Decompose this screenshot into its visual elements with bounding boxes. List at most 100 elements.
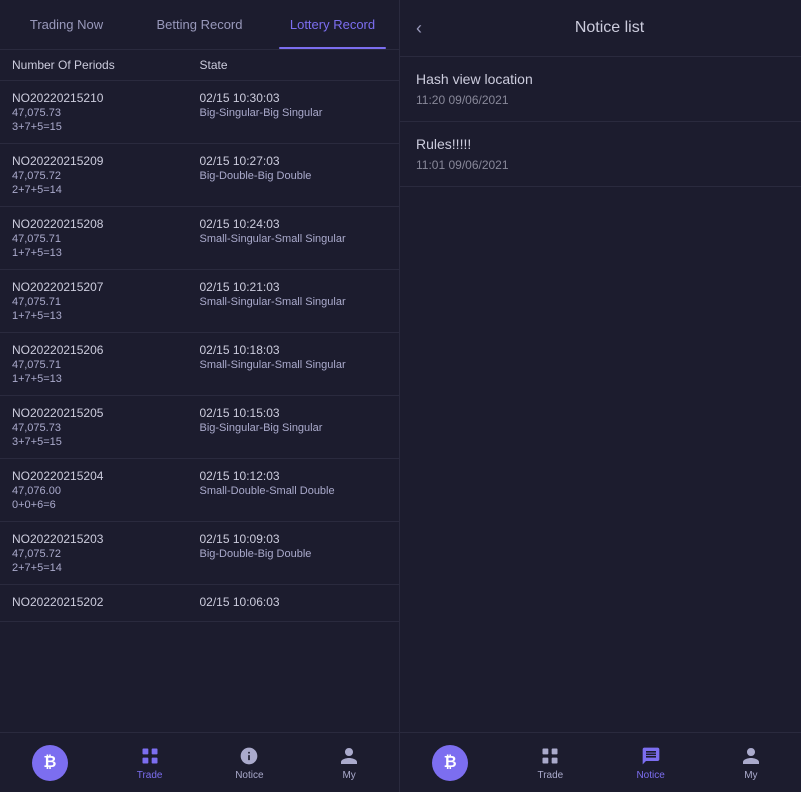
right-nav-notice[interactable]: Notice	[601, 745, 701, 781]
record-col2: 02/15 10:06:03	[200, 595, 388, 611]
record-col1: NO20220215202	[12, 595, 200, 611]
table-row[interactable]: NO20220215206 47,075.71 1+7+5=13 02/15 1…	[0, 333, 399, 396]
table-row[interactable]: NO20220215207 47,075.71 1+7+5=13 02/15 1…	[0, 270, 399, 333]
record-price: 47,075.71	[12, 359, 200, 371]
record-time: 02/15 10:18:03	[200, 343, 388, 357]
right-bottom-nav: ₿ Trade Notice	[400, 732, 801, 792]
table-row[interactable]: NO20220215208 47,075.71 1+7+5=13 02/15 1…	[0, 207, 399, 270]
notice-item[interactable]: Hash view location 11:20 09/06/2021	[400, 57, 801, 122]
right-nav-trade[interactable]: Trade	[500, 745, 600, 781]
col-header-periods: Number Of Periods	[12, 58, 200, 72]
record-time: 02/15 10:09:03	[200, 532, 388, 546]
record-id: NO20220215202	[12, 595, 200, 609]
bitcoin-icon-right: ₿	[432, 745, 468, 781]
record-time: 02/15 10:21:03	[200, 280, 388, 294]
record-id: NO20220215207	[12, 280, 200, 294]
record-time: 02/15 10:12:03	[200, 469, 388, 483]
record-formula: 1+7+5=13	[12, 247, 200, 259]
record-id: NO20220215206	[12, 343, 200, 357]
record-state: Small-Singular-Small Singular	[200, 233, 388, 245]
right-nav-trade-label: Trade	[537, 770, 563, 781]
left-nav-bitcoin[interactable]: ₿	[0, 745, 100, 781]
record-state: Big-Singular-Big Singular	[200, 422, 388, 434]
record-price: 47,075.72	[12, 548, 200, 560]
records-list: NO20220215210 47,075.73 3+7+5=15 02/15 1…	[0, 81, 399, 732]
right-nav-my-label: My	[744, 770, 757, 781]
table-row[interactable]: NO20220215202 02/15 10:06:03	[0, 585, 399, 622]
notice-title: Hash view location	[416, 71, 785, 87]
record-col1: NO20220215203 47,075.72 2+7+5=14	[12, 532, 200, 574]
table-row[interactable]: NO20220215205 47,075.73 3+7+5=15 02/15 1…	[0, 396, 399, 459]
record-price: 47,075.72	[12, 170, 200, 182]
record-col2: 02/15 10:09:03 Big-Double-Big Double	[200, 532, 388, 560]
notice-item[interactable]: Rules!!!!! 11:01 09/06/2021	[400, 122, 801, 187]
table-row[interactable]: NO20220215204 47,076.00 0+0+6=6 02/15 10…	[0, 459, 399, 522]
record-col2: 02/15 10:30:03 Big-Singular-Big Singular	[200, 91, 388, 119]
record-formula: 1+7+5=13	[12, 310, 200, 322]
notice-icon-right	[640, 745, 662, 767]
left-nav-notice[interactable]: Notice	[200, 745, 300, 781]
left-panel: Trading Now Betting Record Lottery Recor…	[0, 0, 400, 792]
record-price: 47,076.00	[12, 485, 200, 497]
record-col2: 02/15 10:15:03 Big-Singular-Big Singular	[200, 406, 388, 434]
record-time: 02/15 10:06:03	[200, 595, 388, 609]
record-id: NO20220215210	[12, 91, 200, 105]
left-nav-trade-label: Trade	[137, 770, 163, 781]
record-col1: NO20220215205 47,075.73 3+7+5=15	[12, 406, 200, 448]
right-nav-bitcoin[interactable]: ₿	[400, 745, 500, 781]
record-price: 47,075.73	[12, 107, 200, 119]
trade-icon	[139, 745, 161, 767]
notice-title: Rules!!!!!	[416, 136, 785, 152]
record-time: 02/15 10:27:03	[200, 154, 388, 168]
record-col2: 02/15 10:12:03 Small-Double-Small Double	[200, 469, 388, 497]
record-col2: 02/15 10:21:03 Small-Singular-Small Sing…	[200, 280, 388, 308]
record-col1: NO20220215207 47,075.71 1+7+5=13	[12, 280, 200, 322]
record-time: 02/15 10:30:03	[200, 91, 388, 105]
tab-trading-now[interactable]: Trading Now	[0, 0, 133, 49]
record-formula: 2+7+5=14	[12, 562, 200, 574]
back-button[interactable]: ‹	[416, 18, 422, 39]
trade-icon-right	[539, 745, 561, 767]
record-col2: 02/15 10:27:03 Big-Double-Big Double	[200, 154, 388, 182]
record-col1: NO20220215208 47,075.71 1+7+5=13	[12, 217, 200, 259]
left-nav-my[interactable]: My	[299, 745, 399, 781]
my-icon	[338, 745, 360, 767]
record-col2: 02/15 10:18:03 Small-Singular-Small Sing…	[200, 343, 388, 371]
tab-betting-record[interactable]: Betting Record	[133, 0, 266, 49]
record-id: NO20220215204	[12, 469, 200, 483]
table-row[interactable]: NO20220215210 47,075.73 3+7+5=15 02/15 1…	[0, 81, 399, 144]
col-header-state: State	[200, 58, 388, 72]
right-nav-my[interactable]: My	[701, 745, 801, 781]
my-icon-right	[740, 745, 762, 767]
record-id: NO20220215203	[12, 532, 200, 546]
tab-lottery-record[interactable]: Lottery Record	[266, 0, 399, 49]
record-id: NO20220215208	[12, 217, 200, 231]
record-formula: 3+7+5=15	[12, 436, 200, 448]
left-bottom-nav: ₿ Trade Notice	[0, 732, 399, 792]
record-formula: 0+0+6=6	[12, 499, 200, 511]
table-row[interactable]: NO20220215203 47,075.72 2+7+5=14 02/15 1…	[0, 522, 399, 585]
record-time: 02/15 10:24:03	[200, 217, 388, 231]
record-state: Big-Double-Big Double	[200, 548, 388, 560]
record-state: Small-Double-Small Double	[200, 485, 388, 497]
tab-bar: Trading Now Betting Record Lottery Recor…	[0, 0, 399, 50]
left-nav-my-label: My	[342, 770, 355, 781]
left-nav-trade[interactable]: Trade	[100, 745, 200, 781]
record-col1: NO20220215209 47,075.72 2+7+5=14	[12, 154, 200, 196]
notice-time: 11:20 09/06/2021	[416, 93, 785, 107]
record-formula: 2+7+5=14	[12, 184, 200, 196]
record-state: Big-Double-Big Double	[200, 170, 388, 182]
notice-time: 11:01 09/06/2021	[416, 158, 785, 172]
left-nav-notice-label: Notice	[235, 770, 263, 781]
record-formula: 3+7+5=15	[12, 121, 200, 133]
record-price: 47,075.73	[12, 422, 200, 434]
notice-icon	[238, 745, 260, 767]
record-state: Small-Singular-Small Singular	[200, 296, 388, 308]
record-col2: 02/15 10:24:03 Small-Singular-Small Sing…	[200, 217, 388, 245]
table-row[interactable]: NO20220215209 47,075.72 2+7+5=14 02/15 1…	[0, 144, 399, 207]
record-state: Big-Singular-Big Singular	[200, 107, 388, 119]
record-col1: NO20220215206 47,075.71 1+7+5=13	[12, 343, 200, 385]
notice-list: Hash view location 11:20 09/06/2021 Rule…	[400, 57, 801, 732]
right-panel: ‹ Notice list Hash view location 11:20 0…	[400, 0, 801, 792]
record-formula: 1+7+5=13	[12, 373, 200, 385]
